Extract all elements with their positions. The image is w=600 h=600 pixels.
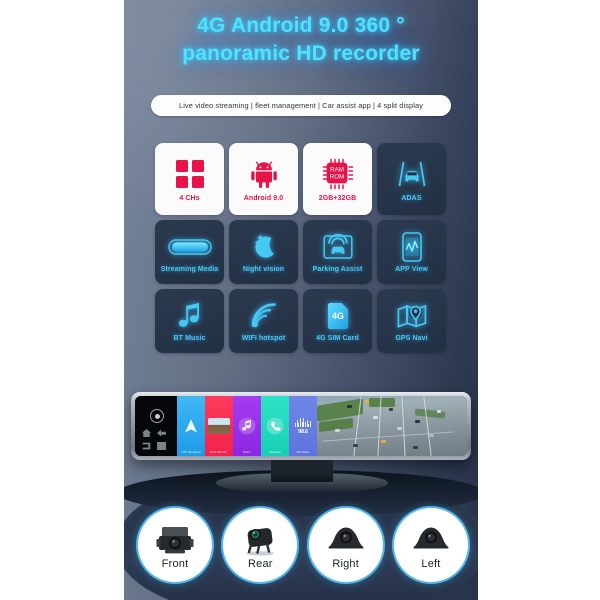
feature-label: 4G SIM Card — [316, 334, 359, 342]
home-icon[interactable] — [142, 429, 151, 437]
camera-badge-right[interactable]: Right — [308, 508, 383, 582]
title-line-1: 4G Android 9.0 360 ° — [197, 14, 405, 37]
phone-app-icon — [401, 231, 423, 262]
feature-adas[interactable]: ADAS — [377, 143, 446, 215]
feature-streaming-media[interactable]: Streaming Media — [155, 220, 224, 284]
fm-frequency: 98.6 — [298, 428, 308, 435]
mirror-bar-icon — [167, 232, 212, 262]
moon-stars-icon — [250, 232, 278, 262]
app-tile-label: FM Station — [296, 451, 310, 454]
app-tile-strip: GPS Navigation Dual WIFI BT Music Blueto… — [177, 396, 317, 456]
music-note-icon — [238, 417, 256, 435]
recent-apps-icon[interactable] — [142, 442, 151, 450]
sim-card-icon: 4G — [327, 301, 349, 331]
side-camera-icon — [411, 521, 451, 557]
app-tile-music[interactable]: Music — [233, 396, 261, 456]
feature-label: 2GB+32GB — [318, 194, 357, 202]
grid-apps-icon[interactable] — [157, 442, 166, 450]
tagline-text: Live video streaming | fleet management … — [178, 101, 424, 110]
four-squares-icon — [175, 157, 205, 191]
road-camera-view — [317, 396, 467, 456]
camera-label: Rear — [248, 557, 273, 570]
control-button-row — [142, 429, 170, 450]
feature-label: Streaming Media — [160, 265, 219, 273]
camera-badge-row: Front Rear Right Left — [138, 508, 468, 582]
back-icon[interactable] — [157, 429, 166, 437]
android-icon — [249, 157, 279, 191]
camera-label: Front — [161, 557, 189, 570]
app-tile-bluetooth[interactable]: Bluetooth — [261, 396, 289, 456]
wifi-icon — [250, 301, 278, 331]
camera-label: Right — [332, 557, 359, 570]
page-title: 4G Android 9.0 360 ° panoramic HD record… — [124, 12, 478, 68]
app-tile-label: Bluetooth — [269, 451, 281, 454]
feature-row-3: BT Music WIFI hotspot 4G 4G SIM Card GPS… — [155, 289, 447, 353]
feature-label: ADAS — [401, 194, 422, 202]
feature-android[interactable]: Android 9.0 — [229, 143, 298, 215]
app-tile-gps-navigation[interactable]: GPS Navigation — [177, 396, 205, 456]
music-note-icon — [177, 301, 203, 331]
camera-badge-left[interactable]: Left — [393, 508, 468, 582]
feature-4g-sim-card[interactable]: 4G 4G SIM Card — [303, 289, 372, 353]
feature-label: Android 9.0 — [243, 194, 284, 202]
side-camera-icon — [326, 521, 366, 557]
camera-label: Left — [421, 557, 441, 570]
app-tile-fm-station[interactable]: 98.6 FM Station — [289, 396, 317, 456]
feature-label: Night vision — [242, 265, 285, 273]
parking-sensor-icon — [322, 232, 353, 262]
fm-wave-icon — [294, 417, 312, 427]
feature-label: APP View — [395, 265, 428, 273]
camera-badge-front[interactable]: Front — [138, 508, 212, 582]
photo-thumb-icon — [208, 418, 230, 434]
rear-camera-icon — [240, 521, 280, 557]
feature-grid: 4 CHs Android 9.0 RAM ROM 2GB+32GB ADAS … — [155, 143, 447, 353]
sim-4g-text: 4G — [331, 311, 343, 321]
feature-gps-navi[interactable]: GPS Navi — [377, 289, 446, 353]
feature-label: Parking Assist — [312, 265, 363, 273]
product-infographic-poster: 4G Android 9.0 360 ° panoramic HD record… — [124, 0, 478, 600]
app-tile-label: Dual WIFI BT — [210, 451, 228, 454]
title-line-2: panoramic HD recorder — [182, 42, 420, 65]
camera-icon — [150, 409, 164, 423]
feature-parking-assist[interactable]: Parking Assist — [303, 220, 372, 284]
app-tile-dual-wifi-bt[interactable]: Dual WIFI BT — [205, 396, 233, 456]
feature-wifi-hotspot[interactable]: WIFI hotspot — [229, 289, 298, 353]
feature-row-1: 4 CHs Android 9.0 RAM ROM 2GB+32GB ADAS — [155, 143, 447, 215]
feature-label: BT Music — [173, 334, 206, 342]
feature-label: WIFI hotspot — [241, 334, 286, 342]
feature-bt-music[interactable]: BT Music — [155, 289, 224, 353]
phone-handset-icon — [266, 417, 284, 435]
chip-ram-text: RAM — [330, 166, 344, 173]
device-control-panel — [135, 396, 177, 456]
feature-4chs[interactable]: 4 CHs — [155, 143, 224, 215]
front-camera-icon — [155, 521, 195, 557]
tagline-pill: Live video streaming | fleet management … — [151, 95, 451, 116]
device-screen: GPS Navigation Dual WIFI BT Music Blueto… — [135, 396, 467, 456]
feature-label: GPS Navi — [395, 334, 428, 342]
feature-row-2: Streaming Media Night vision Parking Ass… — [155, 220, 447, 284]
map-pin-icon — [397, 301, 427, 331]
feature-app-view[interactable]: APP View — [377, 220, 446, 284]
feature-memory[interactable]: RAM ROM 2GB+32GB — [303, 143, 372, 215]
adas-lane-car-icon — [397, 157, 427, 191]
camera-badge-rear[interactable]: Rear — [223, 508, 298, 582]
dashcam-device: GPS Navigation Dual WIFI BT Music Blueto… — [131, 392, 471, 460]
ram-rom-chip-icon: RAM ROM — [322, 157, 354, 191]
poster-header: 4G Android 9.0 360 ° panoramic HD record… — [124, 12, 478, 68]
feature-night-vision[interactable]: Night vision — [229, 220, 298, 284]
navigation-arrow-icon — [185, 419, 197, 433]
chip-rom-text: ROM — [329, 173, 343, 180]
feature-label: 4 CHs — [179, 194, 200, 202]
app-tile-label: Music — [243, 451, 251, 454]
app-tile-label: GPS Navigation — [181, 451, 201, 454]
